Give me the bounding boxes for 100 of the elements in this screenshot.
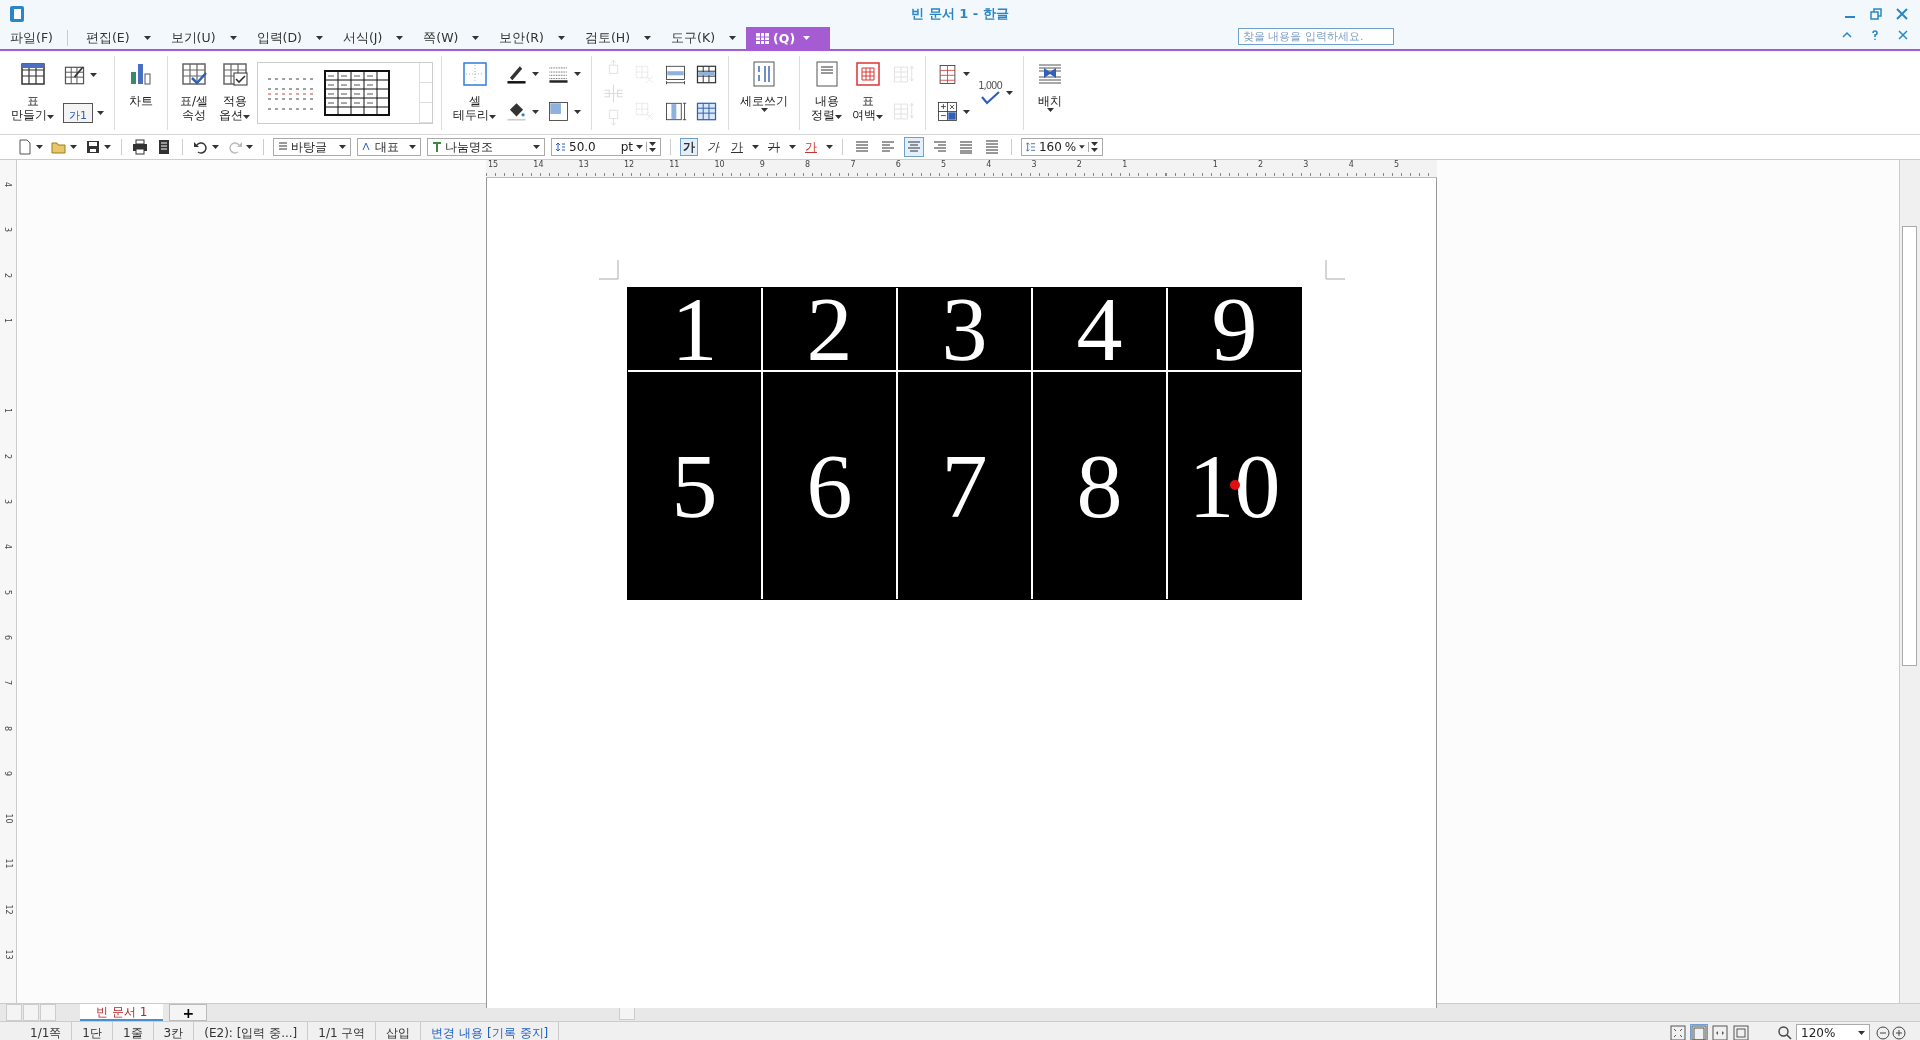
save-button[interactable] (84, 138, 112, 156)
ruler-number: 11 (3, 858, 13, 870)
ruler-number: 2 (3, 453, 13, 459)
check-icon (978, 91, 1002, 105)
ribbon-button[interactable]: 가1 (61, 102, 106, 123)
align-icon (932, 139, 948, 155)
help-icon[interactable] (1870, 30, 1880, 40)
menu-tab[interactable]: 파일(F) (0, 27, 63, 49)
ruler-number: 1 (1212, 160, 1218, 169)
table-cell[interactable]: 1 (628, 288, 761, 370)
document-tab[interactable]: 빈 문서 1 (80, 1004, 164, 1021)
menu-tab[interactable]: 검토(H) (574, 27, 641, 49)
zoom-combo[interactable]: 120% (1796, 1024, 1870, 1040)
view-mode-icon (1733, 1025, 1749, 1040)
character-style-button[interactable]: 가 (765, 138, 783, 156)
cell-border-icon (460, 60, 489, 88)
ruler-number: 7 (850, 160, 856, 169)
table-style-gallery[interactable] (257, 62, 433, 124)
ribbon-button[interactable]: 셀 테두리 (450, 56, 499, 130)
character-style-button[interactable]: 가 (680, 138, 698, 156)
zoom-in-icon[interactable] (1892, 1026, 1906, 1040)
ribbon-button[interactable]: 표 여백 (849, 56, 886, 130)
zoom-magnifier-icon (1778, 1026, 1792, 1040)
character-style-button[interactable]: 가 (802, 138, 820, 156)
ribbon-button[interactable]: 적용 옵션 (216, 56, 253, 130)
ruler-number: 3 (1031, 160, 1037, 169)
menu-tab[interactable]: 보기(U) (160, 27, 226, 49)
align-button[interactable] (904, 137, 924, 157)
menu-tab[interactable]: 편집(E) (75, 27, 140, 49)
menu-tab[interactable]: 도구(K) (661, 27, 726, 49)
table-cell[interactable]: 8 (1033, 372, 1166, 599)
preview-icon (156, 139, 172, 155)
folder-icon (51, 139, 67, 155)
menu-tab[interactable]: 서식(J) (332, 27, 393, 49)
caret-icon (752, 145, 759, 149)
character-style-button[interactable]: 가 (728, 138, 746, 156)
dropdown-caret-icon (803, 36, 811, 40)
view-mode-button[interactable] (1711, 1024, 1729, 1040)
ribbon-button[interactable]: 내용 정렬 (808, 56, 845, 130)
ruler-number: 6 (895, 160, 901, 169)
table-cell[interactable]: 2 (763, 288, 896, 370)
view-mode-icon (1712, 1025, 1728, 1040)
ribbon-button[interactable]: 세로쓰기 (737, 56, 791, 130)
search-field[interactable]: 찾을 내용을 입력하세요. (1238, 28, 1394, 45)
spin-down-icon (649, 148, 656, 152)
menu-tab[interactable]: 쪽(W) (413, 27, 469, 49)
ruler-number: 12 (623, 160, 635, 169)
align-icon (906, 139, 922, 155)
view-mode-button[interactable] (1690, 1024, 1708, 1040)
close-icon[interactable] (1898, 30, 1908, 40)
character-style-button[interactable]: 가 (704, 138, 722, 156)
style-combo[interactable]: 바탕글 (273, 138, 351, 156)
close-icon[interactable] (1896, 7, 1908, 20)
table-cell[interactable]: 9 (1168, 288, 1301, 370)
line-spacing-field[interactable]: 160 % (1021, 138, 1103, 156)
menu-tab[interactable]: 보안(R) (489, 27, 554, 49)
font-combo[interactable]: 나눔명조 (427, 138, 545, 156)
table-cell[interactable]: 5 (628, 372, 761, 599)
new-tab-button[interactable]: + (169, 1004, 208, 1021)
table-cell[interactable]: 3 (898, 288, 1031, 370)
grid-table-style-icon (324, 70, 390, 116)
ribbon-button[interactable]: 차트 (123, 56, 159, 130)
line-spacing-icon (1026, 141, 1036, 153)
ribbon-button[interactable]: 1,000 (976, 81, 1015, 105)
track-changes-status[interactable]: 변경 내용 [기록 중지] (421, 1022, 560, 1040)
collapse-ribbon-icon[interactable] (1842, 30, 1852, 40)
align-icon (880, 139, 896, 155)
menu-tab[interactable]: (Q) (746, 27, 831, 49)
restore-icon[interactable] (1870, 7, 1882, 20)
ribbon-button[interactable]: 표/셀 속성 (176, 56, 212, 130)
ribbon-button[interactable]: 표 만들기 (8, 56, 57, 130)
menu-tab[interactable]: 입력(D) (246, 27, 312, 49)
ruler-number: 8 (805, 160, 811, 169)
ribbon-button[interactable]: 배치 (1032, 56, 1068, 130)
status-text: (E2): [입력 중...] (194, 1022, 309, 1040)
dropdown-caret-icon (557, 36, 565, 40)
caret-icon (1079, 145, 1085, 149)
status-text: 삽입 (376, 1022, 422, 1040)
spin-down-icon (1091, 148, 1098, 152)
view-mode-button[interactable] (1732, 1024, 1750, 1040)
zoom-out-icon[interactable] (1876, 1026, 1890, 1040)
table-cell[interactable]: 6 (763, 372, 896, 599)
ruler-number: 9 (3, 770, 13, 776)
font-size-icon (556, 142, 566, 152)
ruler-number: 2 (1258, 160, 1264, 169)
table-cell[interactable]: 10 (1168, 372, 1301, 599)
caret-icon (533, 145, 540, 149)
new-file-button[interactable] (16, 138, 44, 156)
font-size-field[interactable]: 50.0 pt (551, 138, 661, 156)
view-mode-button[interactable] (1669, 1024, 1687, 1040)
border-icon (547, 100, 570, 124)
table-cell[interactable]: 7 (898, 372, 1031, 599)
table-cell[interactable]: 4 (1033, 288, 1166, 370)
ruler-number: 1 (1122, 160, 1128, 169)
ruler-number: 13 (578, 160, 589, 169)
dropdown-caret-icon (229, 36, 237, 40)
ruler-number: 3 (3, 499, 13, 505)
language-combo[interactable]: 대표 (357, 138, 421, 156)
printer-button[interactable] (131, 138, 149, 156)
vertical-scrollbar[interactable] (1899, 160, 1920, 1003)
